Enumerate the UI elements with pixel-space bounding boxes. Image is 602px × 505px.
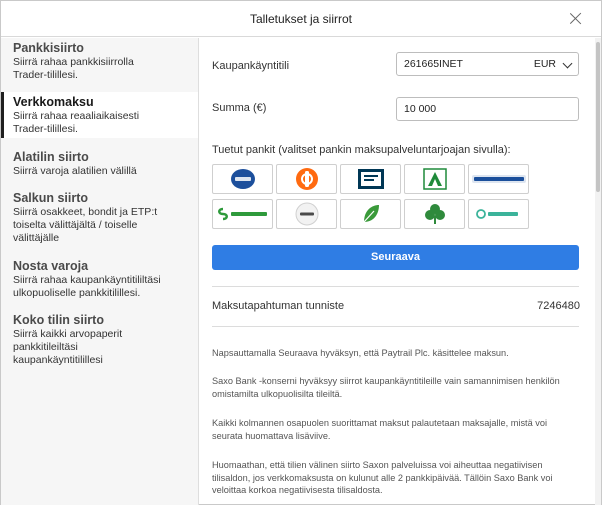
bank-nordea[interactable] (212, 164, 273, 194)
sidebar-item-desc: Siirrä kaikki arvopaperit pankkitileiltä… (13, 328, 123, 366)
bank-alandsbanken[interactable] (404, 164, 465, 194)
bank-omasp[interactable] (468, 199, 529, 229)
close-icon[interactable] (567, 10, 585, 28)
scrollbar-thumb[interactable] (596, 42, 600, 192)
sidebar-item-alatilin-siirto[interactable]: Alatilin siirto Siirrä varoja alatilien … (1, 150, 198, 178)
sidebar-item-koko-tilin-siirto[interactable]: Koko tilin siirto Siirrä kaikki arvopape… (1, 313, 198, 367)
sidebar-item-nosta-varoja[interactable]: Nosta varoja Siirrä rahaa kaupankäyntiti… (1, 259, 198, 300)
note-paytrail: Napsauttamalla Seuraava hyväksyn, että P… (212, 348, 509, 358)
bank-pop-pankki[interactable] (404, 199, 465, 229)
main-panel: Kaupankäyntitili 261665INET EUR Summa (€… (200, 38, 601, 505)
bank-aktia[interactable] (276, 199, 337, 229)
bank-danske[interactable] (340, 164, 401, 194)
handelsbanken-logo-icon (471, 175, 526, 183)
sidebar-item-title: Alatilin siirto (13, 150, 89, 164)
account-currency: EUR (533, 58, 556, 70)
dialog-titlebar: Talletukset ja siirrot (1, 1, 601, 37)
amount-label: Summa (€) (212, 102, 267, 114)
danske-bank-logo-icon (357, 169, 384, 189)
chevron-down-icon (562, 58, 573, 69)
sidebar-item-pankkisiirto[interactable]: Pankkisiirto Siirrä rahaa pankkisiirroll… (1, 41, 198, 82)
bank-s-pankki[interactable] (212, 199, 273, 229)
amount-value: 10 000 (404, 103, 437, 115)
note-third-party: Kaikki kolmannen osapuolen suorittamat m… (212, 418, 548, 441)
divider (212, 326, 579, 327)
aktia-logo-icon (295, 202, 318, 226)
op-logo-icon (295, 168, 318, 190)
scrollbar[interactable] (595, 38, 601, 505)
dialog-title: Talletukset ja siirrot (249, 12, 353, 26)
sidebar-item-desc: Siirrä rahaa reaaliaikaisesti Trader-til… (13, 110, 140, 135)
bank-handelsbanken[interactable] (468, 164, 529, 194)
next-button[interactable]: Seuraava (212, 245, 579, 270)
supported-banks-label: Tuetut pankit (valitset pankin maksupalv… (212, 144, 511, 156)
bank-saastopankki[interactable] (340, 199, 401, 229)
s-pankki-logo-icon (217, 207, 267, 221)
saastopankki-logo-icon (363, 205, 379, 223)
sidebar-item-desc: Siirrä osakkeet, bondit ja ETP:t toiselt… (13, 206, 158, 244)
reference-value: 7246480 (537, 300, 580, 312)
deposits-transfers-dialog: Talletukset ja siirrot Pankkisiirto Siir… (0, 0, 602, 505)
sidebar-item-verkkomaksu[interactable]: Verkkomaksu Siirrä rahaa reaaliaikaisest… (1, 92, 198, 138)
bank-op[interactable] (276, 164, 337, 194)
sidebar-item-title: Salkun siirto (13, 191, 89, 205)
sidebar-item-desc: Siirrä rahaa kaupankäyntitililtäsi ulkop… (13, 274, 161, 299)
sidebar-item-title: Verkkomaksu (13, 95, 94, 109)
sidebar-item-desc: Siirrä varoja alatilien välillä (13, 165, 137, 177)
account-value: 261665INET (404, 58, 463, 70)
nordea-logo-icon (230, 169, 255, 189)
sidebar-item-title: Koko tilin siirto (13, 313, 104, 327)
sidebar-item-desc: Siirrä rahaa pankkisiirrolla Trader-tili… (13, 56, 134, 81)
sidebar-item-title: Pankkisiirto (13, 41, 84, 55)
sidebar: Pankkisiirto Siirrä rahaa pankkisiirroll… (1, 38, 199, 505)
sidebar-item-title: Nosta varoja (13, 259, 89, 273)
pop-pankki-logo-icon (424, 204, 445, 224)
amount-input[interactable]: 10 000 (396, 97, 579, 121)
account-select[interactable]: 261665INET EUR (396, 52, 579, 76)
account-label: Kaupankäyntitili (212, 60, 290, 72)
reference-label: Maksutapahtuman tunniste (212, 300, 345, 312)
divider (212, 286, 579, 287)
note-same-owner: Saxo Bank -konserni hyväksyy siirrot kau… (212, 376, 560, 399)
alandsbanken-logo-icon (422, 168, 447, 190)
omasp-logo-icon (475, 209, 518, 219)
sidebar-item-salkun-siirto[interactable]: Salkun siirto Siirrä osakkeet, bondit ja… (1, 191, 198, 245)
note-negative-balance: Huomaathan, että tilien välinen siirto S… (212, 460, 553, 495)
